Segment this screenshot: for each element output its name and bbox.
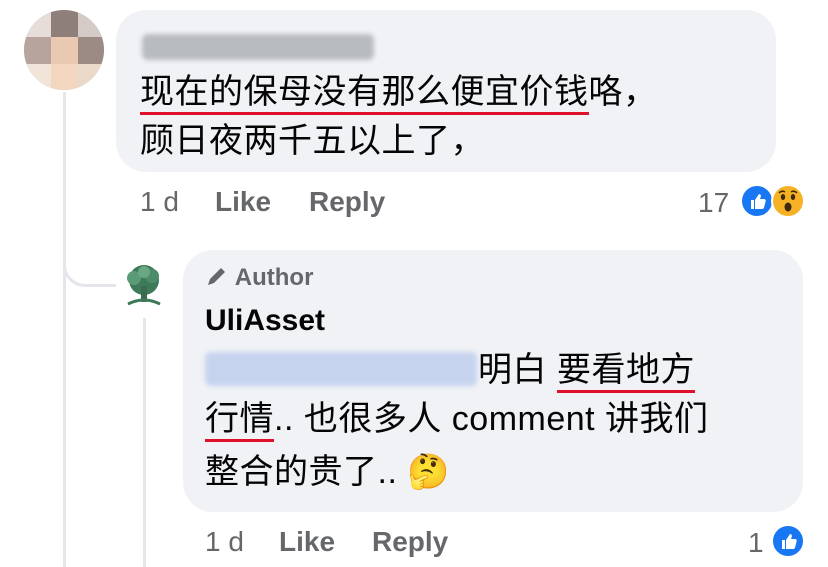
wow-reaction-icon	[771, 184, 805, 218]
tree-logo-icon	[127, 265, 161, 306]
blurred-avatar-icon	[24, 10, 104, 90]
reply-reply-button[interactable]: Reply	[372, 526, 448, 558]
pencil-icon	[208, 268, 225, 285]
blurred-mentioned-name[interactable]	[205, 352, 477, 386]
blurred-commenter-name[interactable]	[142, 34, 374, 60]
reply-like-button[interactable]: Like	[279, 526, 335, 558]
thinking-face-emoji: 🤔	[407, 453, 451, 491]
reaction-count[interactable]: 17	[698, 187, 729, 219]
author-badge: Author	[205, 264, 313, 292]
thread-line	[63, 92, 66, 567]
reply-text-line-3: 整合的贵了.. 🤔	[205, 453, 451, 491]
reply-reaction-count[interactable]: 1	[748, 527, 764, 559]
like-reaction-icon	[740, 184, 774, 218]
underlined-text: 要看地方	[556, 351, 695, 393]
reply-author-name[interactable]: UliAsset	[205, 304, 325, 338]
comment-text-line-1: 现在的保母没有那么便宜价钱咯，	[140, 72, 658, 115]
uliasset-avatar[interactable]	[118, 262, 170, 314]
reply-thread-line	[143, 318, 146, 567]
reply-text-line-1: 明白 要看地方	[478, 350, 695, 393]
reply-like-reaction-icon	[771, 524, 805, 558]
underlined-text: 行情	[205, 400, 274, 442]
thread-branch	[63, 240, 116, 287]
commenter-avatar[interactable]	[24, 10, 104, 90]
underlined-text: 现在的保母没有那么便宜价钱	[140, 73, 589, 115]
reply-button[interactable]: Reply	[309, 186, 385, 218]
like-button[interactable]: Like	[215, 186, 271, 218]
comment-timestamp[interactable]: 1 d	[140, 186, 179, 218]
reply-timestamp[interactable]: 1 d	[205, 526, 244, 558]
reply-text-line-2: 行情.. 也很多人 comment 讲我们	[205, 399, 709, 442]
comment-text-line-2: 顾日夜两千五以上了，	[140, 122, 485, 160]
